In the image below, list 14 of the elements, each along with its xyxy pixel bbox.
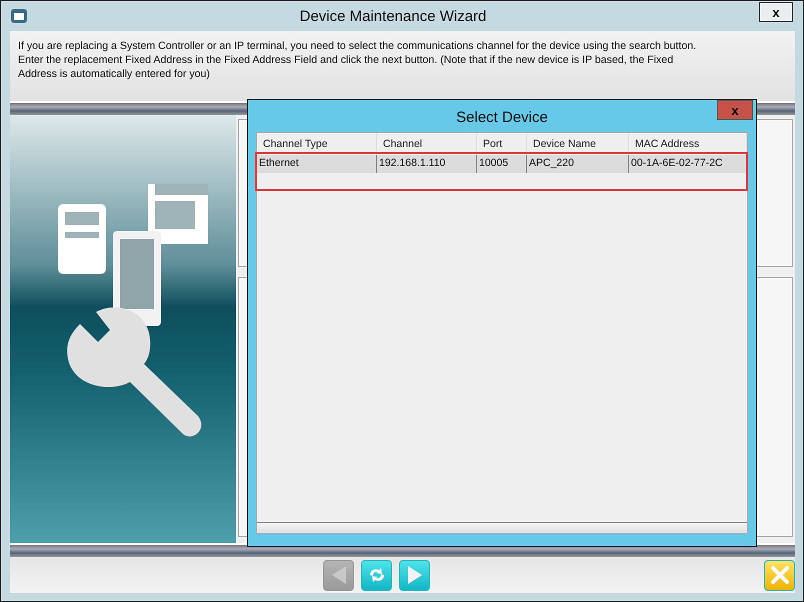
window-title: Device Maintenance Wizard — [298, 8, 488, 24]
dialog-close-button[interactable]: x — [717, 100, 753, 120]
table-cell: APC_220 — [527, 155, 629, 173]
device-row[interactable]: Ethernet 192.168.1.110 10005 APC_220 00-1A-6E-02-77-2C — [257, 155, 747, 173]
horizontal-scrollbar[interactable] — [257, 522, 747, 533]
cancel-button[interactable] — [764, 560, 795, 590]
dialog-title: Select Device — [456, 108, 548, 126]
table-cell: 10005 — [477, 155, 527, 173]
app-icon — [11, 9, 27, 23]
refresh-button[interactable] — [361, 560, 392, 590]
close-button[interactable]: x — [759, 2, 793, 22]
next-button[interactable] — [399, 560, 430, 590]
close-icon — [770, 565, 790, 585]
table-cell: 192.168.1.110 — [377, 155, 477, 173]
